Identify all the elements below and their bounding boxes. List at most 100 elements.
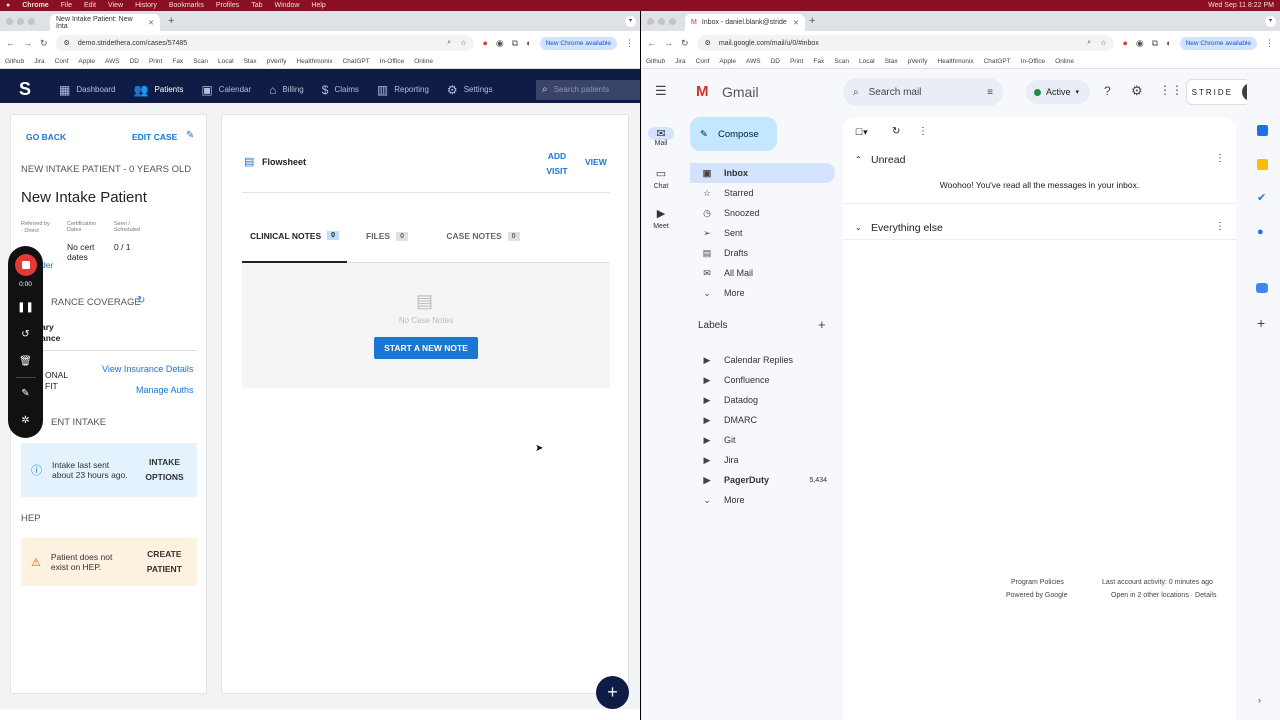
patient-search[interactable]: ⌕ Search patients [536, 79, 640, 100]
add-fab-button[interactable]: + [596, 676, 629, 709]
nav-billing[interactable]: ⌂ Billing [260, 83, 313, 97]
reload-icon[interactable]: ↻ [40, 38, 48, 49]
bookmark-apple[interactable]: Apple [719, 58, 736, 65]
label-item[interactable]: ▶ Confluence [690, 370, 835, 390]
pencil-icon[interactable]: ✎ [186, 130, 194, 141]
nav-claims[interactable]: $ Claims [313, 83, 368, 97]
extension-icon[interactable]: ● [1122, 38, 1127, 48]
bookmark-in-office[interactable]: In-Office [380, 58, 404, 65]
site-info-icon[interactable]: ⚙ [705, 39, 711, 47]
bookmark-fax[interactable]: Fax [813, 58, 824, 65]
kebab-menu-icon[interactable]: ⋮ [625, 38, 634, 49]
folder-drafts[interactable]: ▤ Drafts [690, 243, 835, 263]
collapse-unread-icon[interactable]: ⌃ [855, 155, 862, 164]
bookmark-local[interactable]: Local [218, 58, 234, 65]
tab-search-icon[interactable]: ▾ [625, 16, 636, 27]
bookmark-local[interactable]: Local [859, 58, 875, 65]
filter-options-icon[interactable]: ≡ [987, 87, 993, 98]
bookmark-github[interactable]: Github [5, 58, 24, 65]
forward-icon[interactable]: → [664, 38, 673, 48]
bookmark-healthmonix[interactable]: Healthmonix [937, 58, 973, 65]
bookmark-aws[interactable]: AWS [105, 58, 120, 65]
nav-settings[interactable]: ⚙ Settings [438, 83, 502, 97]
update-chrome-button[interactable]: New Chrome available [539, 36, 617, 50]
menu-tab[interactable]: Tab [251, 2, 262, 9]
bookmark-scan[interactable]: Scan [193, 58, 208, 65]
view-button[interactable]: VIEW [585, 157, 607, 167]
bookmark-dd[interactable]: DD [130, 58, 139, 65]
label-item[interactable]: ▶ Calendar Replies [690, 350, 835, 370]
other-locations-details-link[interactable]: Open in 2 other locations · Details [1111, 592, 1216, 599]
menu-help[interactable]: Help [311, 2, 325, 9]
select-all-checkbox[interactable]: ☐▾ [855, 127, 868, 138]
compose-button[interactable]: ✎ Compose [690, 117, 777, 151]
nav-patients[interactable]: 👥 Patients [124, 83, 192, 97]
refresh-icon[interactable]: ↻ [137, 295, 145, 306]
new-tab-icon[interactable]: + [809, 15, 815, 27]
bookmark-print[interactable]: Print [149, 58, 162, 65]
tab-search-icon[interactable]: ▾ [1265, 16, 1276, 27]
bookmark-conf[interactable]: Conf [696, 58, 710, 65]
url-field[interactable]: ⚙ mail.google.com/mail/u/0/#inbox ⌕ ☆ [696, 35, 1115, 51]
folder-inbox[interactable]: ▣ Inbox [690, 163, 835, 183]
kebab-menu-icon[interactable]: ⋮ [1265, 38, 1274, 49]
new-tab-icon[interactable]: + [168, 15, 174, 27]
restart-icon[interactable]: ↺ [21, 321, 29, 348]
browser-tab-active[interactable]: New Intake Patient: New Inta ✕ [50, 14, 160, 31]
bookmark-in-office[interactable]: In-Office [1021, 58, 1045, 65]
bookmark-pverify[interactable]: pVerify [908, 58, 928, 65]
bookmark-dd[interactable]: DD [771, 58, 780, 65]
section-options-icon[interactable]: ⋮ [1215, 221, 1225, 232]
bookmark-healthmonix[interactable]: Healthmonix [296, 58, 332, 65]
add-label-icon[interactable]: + [818, 317, 826, 332]
back-icon[interactable]: ← [647, 38, 656, 48]
folder-all-mail[interactable]: ✉ All Mail [690, 263, 835, 283]
add-visit-button[interactable]: ADD VISIT [544, 149, 570, 179]
extensions-puzzle-icon[interactable]: ⧉ [1152, 38, 1158, 49]
more-actions-icon[interactable]: ⋮ [918, 126, 928, 137]
contacts-app-icon[interactable]: ● [1257, 226, 1264, 238]
hamburger-menu-icon[interactable]: ☰ [655, 83, 667, 99]
labels-more[interactable]: ⌄ More [690, 490, 835, 510]
start-new-note-button[interactable]: START A NEW NOTE [374, 337, 478, 359]
bookmark-stax[interactable]: Stax [885, 58, 898, 65]
menu-bookmarks[interactable]: Bookmarks [169, 2, 204, 9]
label-item[interactable]: ▶ Datadog [690, 390, 835, 410]
menu-history[interactable]: History [135, 2, 157, 9]
bookmark-jira[interactable]: Jira [675, 58, 685, 65]
bookmark-online[interactable]: Online [1055, 58, 1074, 65]
trash-icon[interactable]: 🗑 [19, 348, 32, 375]
rail-chat[interactable]: ▭ Chat [641, 167, 681, 190]
gmail-brand[interactable]: Gmail [722, 84, 759, 100]
url-field[interactable]: ⚙ demo.stridethera.com/cases/57485 ⌕ ☆ [55, 35, 475, 51]
expand-everything-else-icon[interactable]: ⌄ [855, 223, 862, 232]
extension-icon[interactable]: ◉ [496, 38, 504, 49]
flowsheet-link[interactable]: Flowsheet [262, 157, 306, 167]
rail-meet[interactable]: ▶ Meet [641, 207, 681, 230]
section-options-icon[interactable]: ⋮ [1215, 153, 1225, 164]
bookmark-conf[interactable]: Conf [55, 58, 69, 65]
zoom-icon[interactable]: ⌕ [447, 39, 451, 47]
meet-addon-icon[interactable] [1256, 283, 1268, 293]
extension-icon[interactable]: ● [482, 38, 487, 48]
go-back-link[interactable]: GO BACK [26, 132, 66, 142]
tasks-app-icon[interactable]: ✔ [1257, 191, 1266, 204]
apps-grid-icon[interactable]: ⋮⋮ [1159, 83, 1183, 97]
bookmark-online[interactable]: Online [414, 58, 433, 65]
bookmark-apple[interactable]: Apple [78, 58, 95, 65]
reload-icon[interactable]: ↻ [681, 38, 689, 49]
nav-reporting[interactable]: ▥ Reporting [368, 83, 438, 97]
label-item[interactable]: ▶ PagerDuty 5,434 [690, 470, 835, 490]
bookmark-pverify[interactable]: pVerify [267, 58, 287, 65]
window-controls[interactable] [647, 18, 676, 25]
zoom-icon[interactable]: ⌕ [1087, 39, 1091, 47]
back-icon[interactable]: ← [6, 38, 15, 48]
bookmark-scan[interactable]: Scan [834, 58, 849, 65]
tab-files[interactable]: FILES 0 [347, 210, 427, 263]
calendar-app-icon[interactable] [1257, 125, 1268, 136]
profile-avatar[interactable]: ◐ [526, 38, 531, 48]
menu-profiles[interactable]: Profiles [216, 2, 239, 9]
nav-dashboard[interactable]: ▦ Dashboard [50, 83, 124, 97]
apple-icon[interactable]: ● [6, 2, 10, 9]
bookmark-fax[interactable]: Fax [172, 58, 183, 65]
